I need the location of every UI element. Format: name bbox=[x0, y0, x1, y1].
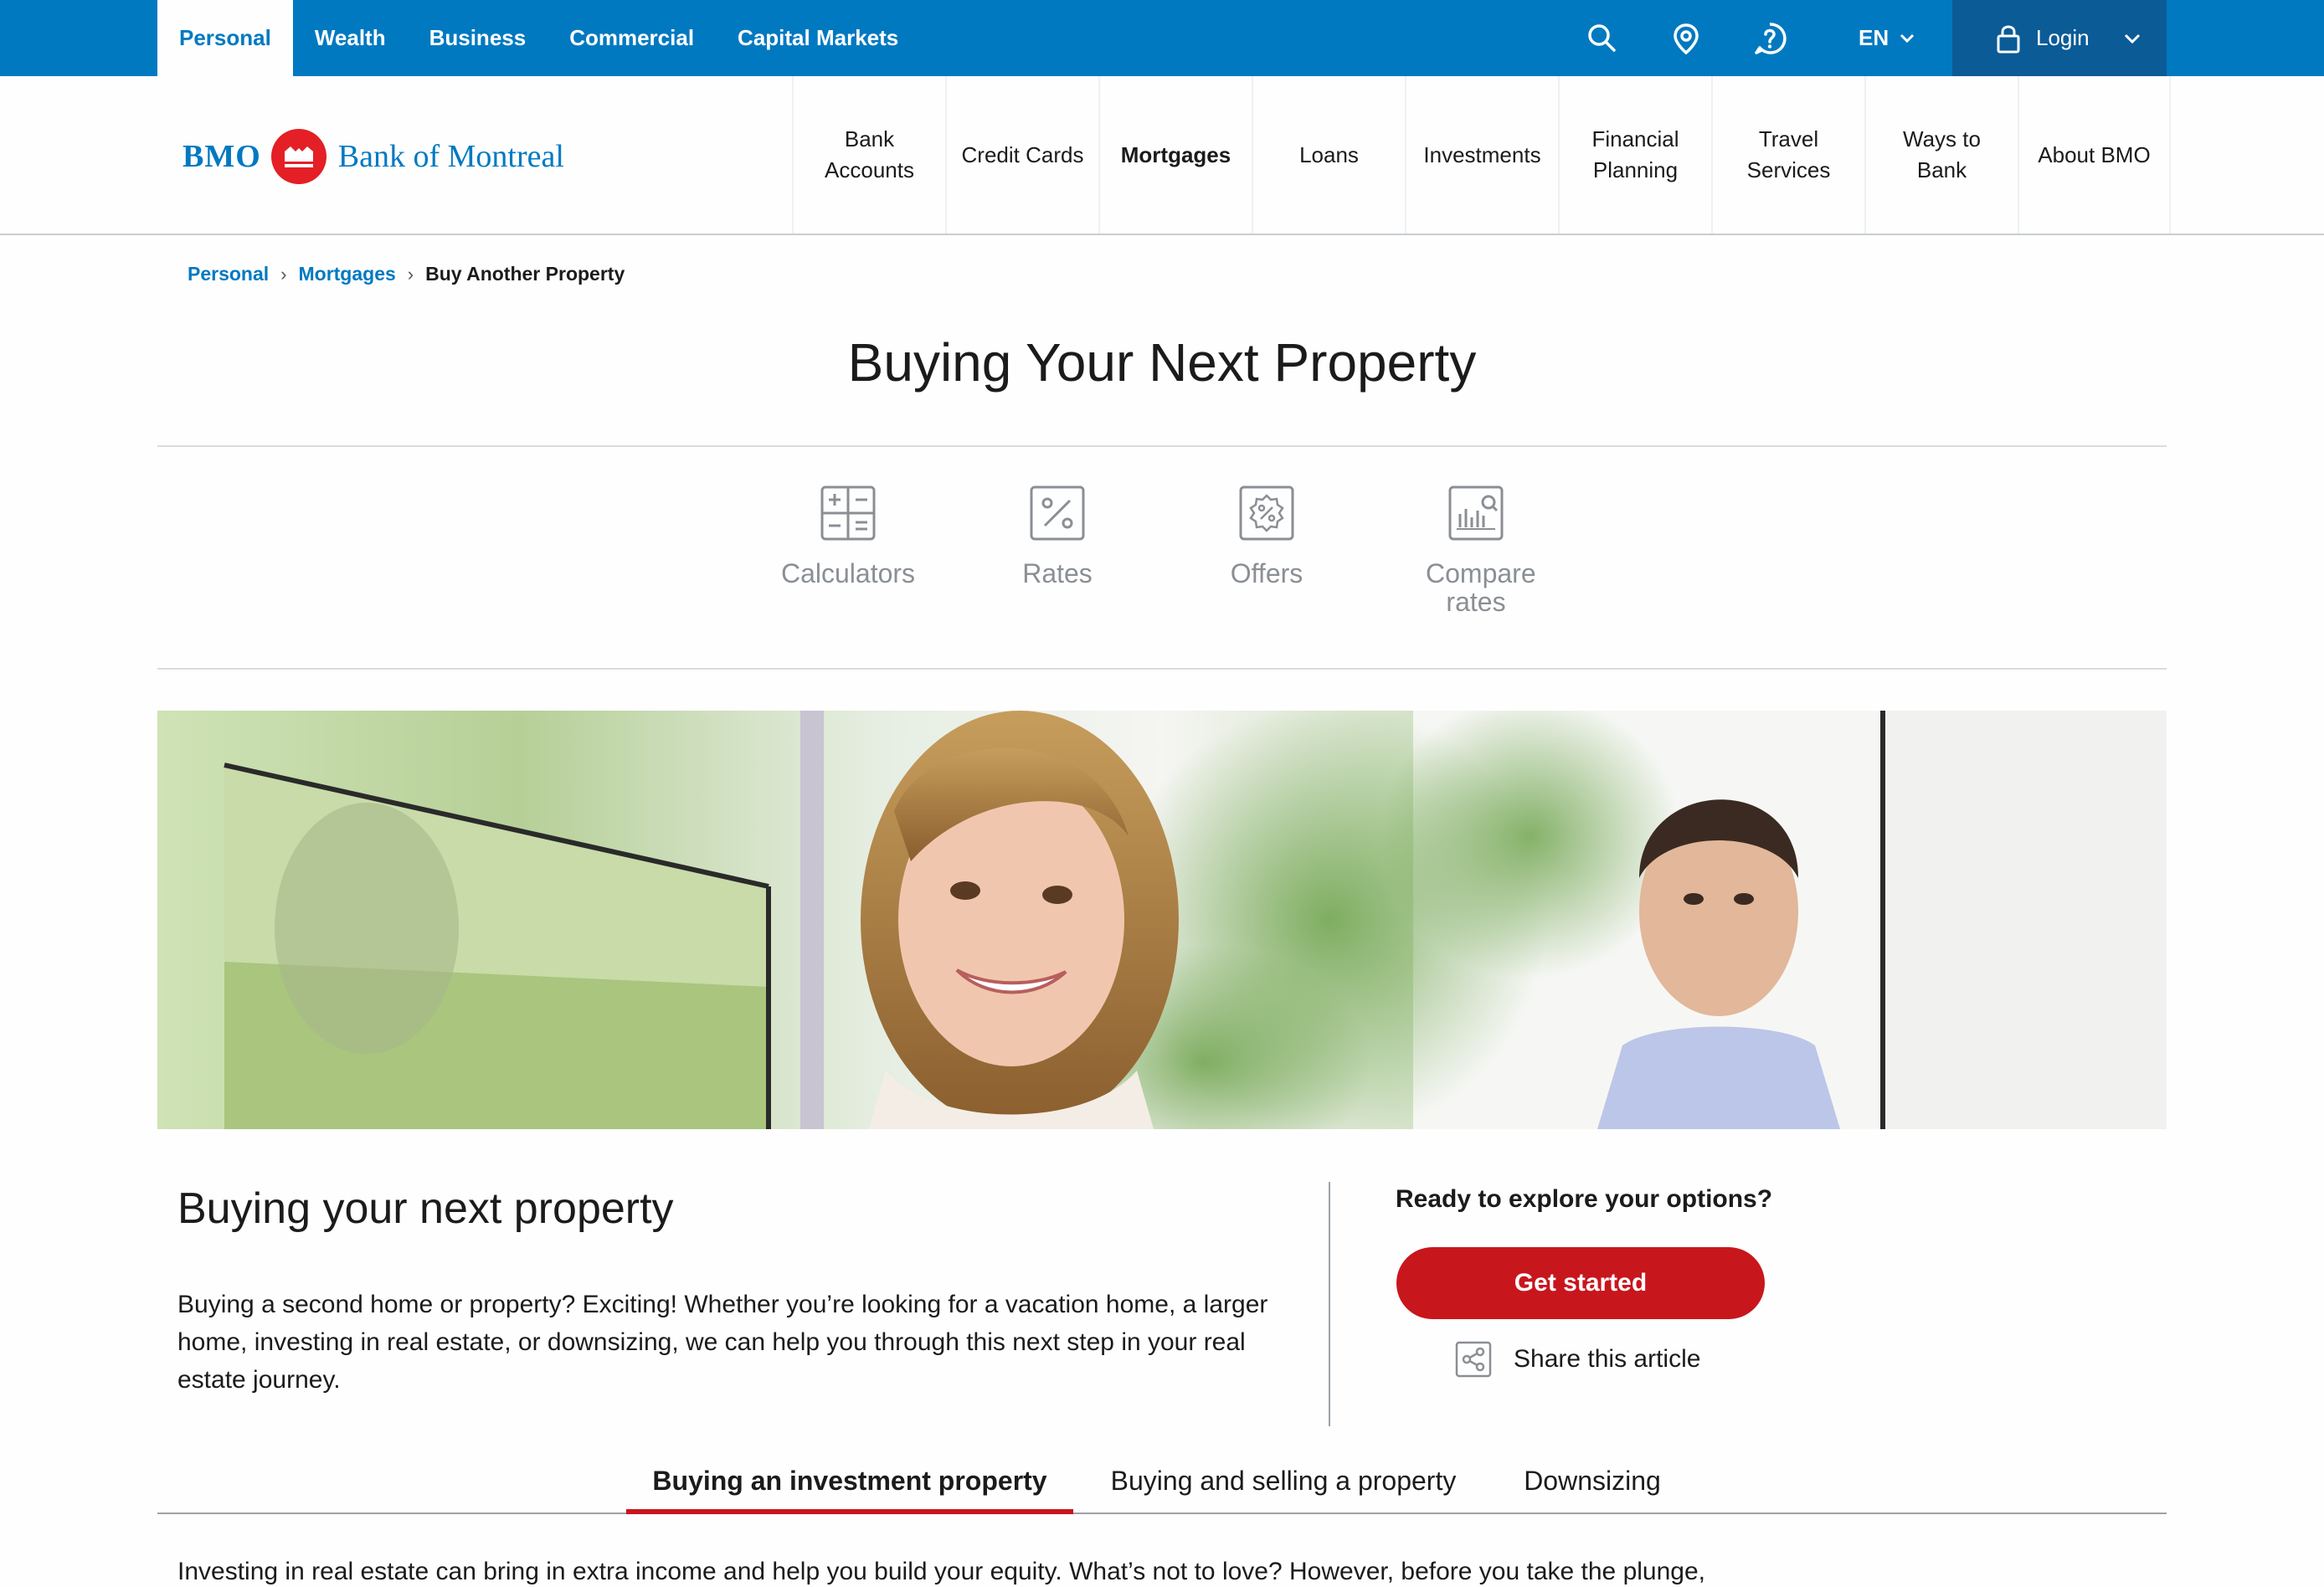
chevron-down-icon bbox=[1900, 33, 1915, 43]
page-title: Buying Your Next Property bbox=[847, 332, 1477, 393]
compare-chart-icon bbox=[1448, 485, 1504, 541]
tab-buying-investment-property[interactable]: Buying an investment property bbox=[626, 1454, 1073, 1514]
share-icon bbox=[1455, 1341, 1492, 1378]
quick-link-label: Offers bbox=[1230, 558, 1303, 588]
share-label: Share this article bbox=[1514, 1345, 1701, 1373]
quick-link-label: Compare rates bbox=[1426, 558, 1536, 617]
logo-short: BMO bbox=[183, 139, 261, 174]
main-header: BMO Bank of Montreal Bank Accounts Credi… bbox=[0, 76, 2324, 235]
tab-buying-and-selling[interactable]: Buying and selling a property bbox=[1095, 1454, 1472, 1514]
segment-personal[interactable]: Personal bbox=[157, 0, 293, 76]
intro-paragraph: Buying a second home or property? Exciti… bbox=[177, 1291, 1268, 1394]
nav-mortgages[interactable]: Mortgages bbox=[1098, 76, 1252, 234]
hero-photo-illustration bbox=[224, 711, 2167, 1129]
location-pin-icon bbox=[1674, 23, 1699, 54]
tab-content-text: Investing in real estate can bring in ex… bbox=[177, 1558, 1705, 1585]
vertical-divider bbox=[1329, 1182, 1330, 1426]
quick-link-compare-rates[interactable]: Compare rates bbox=[1384, 485, 1568, 616]
nav-bank-accounts[interactable]: Bank Accounts bbox=[792, 76, 945, 234]
cta-prompt: Ready to explore your options? bbox=[1396, 1185, 1773, 1213]
share-article-link[interactable]: Share this article bbox=[1455, 1341, 1700, 1378]
quick-link-label: Rates bbox=[1022, 558, 1093, 588]
divider bbox=[157, 445, 2167, 447]
lock-icon bbox=[1997, 25, 2020, 53]
bmo-roundel-icon bbox=[270, 129, 326, 184]
breadcrumb-mortgages[interactable]: Mortgages bbox=[298, 263, 395, 285]
login-label: Login bbox=[2036, 25, 2090, 50]
offer-badge-icon bbox=[1239, 485, 1294, 541]
help-icon bbox=[1755, 22, 1787, 54]
quick-link-offers[interactable]: Offers bbox=[1175, 485, 1359, 588]
nav-about-bmo[interactable]: About BMO bbox=[2018, 76, 2171, 234]
section-heading: Buying your next property bbox=[177, 1184, 674, 1233]
breadcrumb: Personal › Mortgages › Buy Another Prope… bbox=[188, 263, 625, 285]
segment-capital-markets[interactable]: Capital Markets bbox=[716, 0, 920, 76]
quick-link-label: Calculators bbox=[780, 558, 916, 588]
product-nav: Bank Accounts Credit Cards Mortgages Loa… bbox=[792, 76, 2171, 234]
tab-downsizing[interactable]: Downsizing bbox=[1500, 1454, 1684, 1514]
language-label: EN bbox=[1859, 25, 1890, 50]
divider bbox=[157, 668, 2167, 670]
topic-tabs: Buying an investment property Buying and… bbox=[157, 1454, 2167, 1514]
search-icon bbox=[1588, 23, 1616, 52]
chevron-right-icon: › bbox=[280, 263, 287, 285]
logo-name: Bank of Montreal bbox=[337, 139, 564, 174]
hero-image bbox=[157, 711, 2167, 1129]
percent-icon bbox=[1030, 485, 1085, 541]
segment-nav: Personal Wealth Business Commercial Capi… bbox=[157, 0, 920, 76]
bmo-logo[interactable]: BMO Bank of Montreal bbox=[183, 126, 564, 187]
search-button[interactable] bbox=[1577, 0, 1627, 76]
nav-travel-services[interactable]: Travel Services bbox=[1711, 76, 1864, 234]
chevron-down-icon bbox=[2124, 33, 2140, 44]
get-started-button[interactable]: Get started bbox=[1396, 1247, 1765, 1319]
chevron-right-icon: › bbox=[407, 263, 414, 285]
segment-commercial[interactable]: Commercial bbox=[548, 0, 716, 76]
quick-link-calculators[interactable]: Calculators bbox=[756, 485, 940, 588]
top-utility-bar: Personal Wealth Business Commercial Capi… bbox=[0, 0, 2324, 76]
login-button[interactable]: Login bbox=[1952, 0, 2167, 76]
nav-credit-cards[interactable]: Credit Cards bbox=[945, 76, 1098, 234]
breadcrumb-personal[interactable]: Personal bbox=[188, 263, 269, 285]
language-selector[interactable]: EN bbox=[1859, 0, 1915, 76]
segment-business[interactable]: Business bbox=[408, 0, 548, 76]
nav-financial-planning[interactable]: Financial Planning bbox=[1558, 76, 1711, 234]
segment-wealth[interactable]: Wealth bbox=[293, 0, 408, 76]
help-button[interactable] bbox=[1745, 0, 1795, 76]
quick-link-rates[interactable]: Rates bbox=[965, 485, 1149, 588]
nav-investments[interactable]: Investments bbox=[1405, 76, 1558, 234]
locations-button[interactable] bbox=[1661, 0, 1711, 76]
calculator-icon bbox=[820, 485, 876, 541]
breadcrumb-current: Buy Another Property bbox=[425, 263, 625, 285]
nav-loans[interactable]: Loans bbox=[1252, 76, 1405, 234]
nav-ways-to-bank[interactable]: Ways to Bank bbox=[1864, 76, 2018, 234]
